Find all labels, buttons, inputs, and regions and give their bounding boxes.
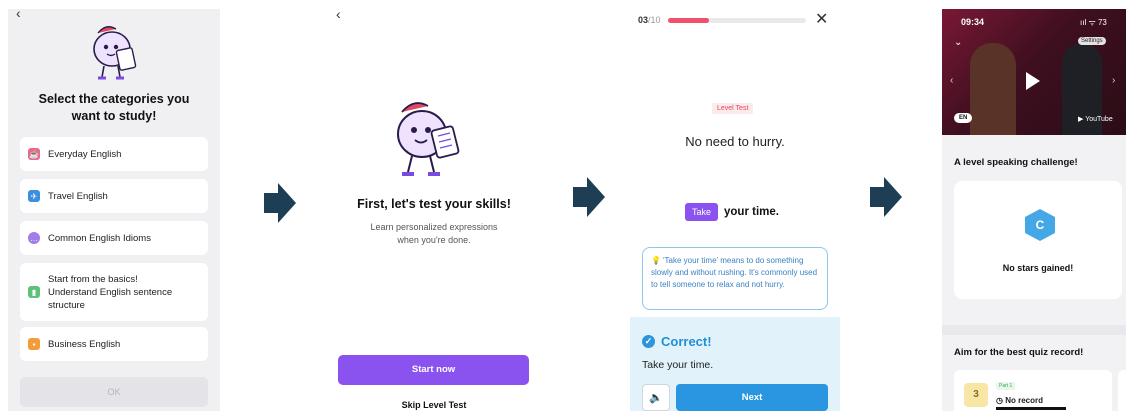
challenge-headline: A level speaking challenge! — [954, 157, 1078, 168]
speaker-icon: 🔈 — [649, 392, 663, 404]
quiz-record-card[interactable]: 3 Part 1 ◷ No record — [954, 370, 1112, 411]
level-test-intro-screen: ‹ First, let's test your skills! Learn p… — [328, 0, 540, 411]
play-icon[interactable] — [1026, 72, 1040, 90]
next-video-icon[interactable]: › — [1112, 75, 1115, 86]
back-chevron-icon[interactable]: ‹ — [336, 6, 341, 22]
back-chevron-icon[interactable]: ‹ — [16, 9, 21, 21]
start-now-button[interactable]: Start now — [338, 355, 529, 385]
record-bar — [996, 407, 1066, 410]
no-stars-text: No stars gained! — [1002, 263, 1074, 273]
counter-current: 03 — [638, 15, 649, 25]
briefcase-icon: ▪ — [28, 338, 40, 350]
no-record-text: ◷ No record — [996, 396, 1043, 405]
progress-fill — [668, 18, 710, 23]
result-answer: Take your time. — [642, 359, 714, 371]
mascot-icon — [397, 102, 460, 176]
category-label: Travel English — [48, 190, 108, 202]
answer-rest: your time. — [724, 206, 779, 218]
answer-chip[interactable]: Take — [685, 203, 719, 221]
explanation-box: 💡 'Take your time' means to do something … — [642, 247, 828, 310]
settings-button[interactable]: Settings — [1078, 37, 1106, 45]
level-test-badge: Level Test — [712, 103, 754, 114]
quiz-record-card-partial[interactable] — [1118, 370, 1126, 411]
youtube-logo: ▶ YouTube — [1078, 116, 1113, 123]
category-label: Business English — [48, 338, 121, 350]
category-label: Start from the basics! Understand Englis… — [48, 273, 173, 311]
page-subtitle: Learn personalized expressions when you'… — [370, 222, 498, 245]
category-basics[interactable]: ▮ Start from the basics! Understand Engl… — [20, 263, 208, 321]
star-badge-icon: 3 — [964, 383, 988, 407]
category-label: Common English Idioms — [48, 232, 151, 244]
speaker-button[interactable]: 🔈 — [642, 384, 670, 411]
category-selection-screen: ‹ Select the categories you want to stud… — [8, 9, 220, 411]
previous-icon[interactable]: ‹ — [950, 75, 953, 86]
arrow-right-icon — [870, 177, 902, 217]
level-test-question-screen: 03/10 ✕ Level Test No need to hurry. Tak… — [630, 0, 840, 411]
question-counter: 03/10 — [638, 15, 661, 25]
level-card[interactable]: C No stars gained! — [954, 181, 1122, 299]
category-travel-english[interactable]: ✈ Travel English — [20, 179, 208, 213]
progress-bar — [668, 18, 806, 23]
explanation-text: 'Take your time' means to do something s… — [651, 256, 818, 289]
video-player[interactable]: 09:34 ııl ᯤ 73 ⌄ Settings ‹ › EN ▶ YouTu… — [942, 9, 1126, 135]
quiz-record-heading: Aim for the best quiz record! — [954, 347, 1084, 358]
language-badge[interactable]: EN — [954, 113, 973, 123]
category-common-idioms[interactable]: … Common English Idioms — [20, 221, 208, 255]
arrow-right-icon — [573, 177, 605, 217]
answer-sentence: Take your time. — [685, 203, 779, 221]
chat-bubble-icon: … — [28, 232, 40, 244]
level-hexagon-icon: C — [1025, 209, 1055, 241]
coffee-cup-icon: ☕ — [28, 148, 40, 160]
page-title: Select the categories you want to study! — [38, 92, 190, 123]
bar-chart-icon: ▮ — [28, 286, 40, 298]
question-prompt: No need to hurry. — [685, 134, 785, 149]
status-icons: ııl ᯤ 73 — [1080, 18, 1107, 27]
result-panel: ✓ Correct! Take your time. 🔈 Next — [630, 317, 840, 411]
ok-button[interactable]: OK — [20, 377, 208, 407]
category-everyday-english[interactable]: ☕ Everyday English — [20, 137, 208, 171]
airplane-icon: ✈ — [28, 190, 40, 202]
mascot-icon — [93, 26, 137, 80]
section-divider — [942, 325, 1126, 335]
check-circle-icon: ✓ — [642, 335, 655, 348]
skip-level-test-link[interactable]: Skip Level Test — [328, 400, 540, 410]
close-icon[interactable]: ✕ — [815, 9, 828, 29]
page-title: First, let's test your skills! — [357, 197, 511, 211]
part-badge: Part 1 — [996, 382, 1016, 390]
status-time: 09:34 — [961, 17, 985, 27]
chevron-down-icon[interactable]: ⌄ — [954, 37, 962, 48]
arrow-right-icon — [264, 183, 296, 223]
counter-total: /10 — [648, 15, 661, 25]
lightbulb-icon: 💡 — [651, 256, 661, 265]
speaking-challenge-screen: 09:34 ııl ᯤ 73 ⌄ Settings ‹ › EN ▶ YouTu… — [942, 9, 1126, 411]
result-title: Correct! — [661, 334, 712, 349]
correct-header: ✓ Correct! — [642, 334, 712, 349]
category-label: Everyday English — [48, 148, 122, 160]
video-person-left — [970, 43, 1016, 135]
category-business-english[interactable]: ▪ Business English — [20, 327, 208, 361]
next-button[interactable]: Next — [676, 384, 828, 411]
